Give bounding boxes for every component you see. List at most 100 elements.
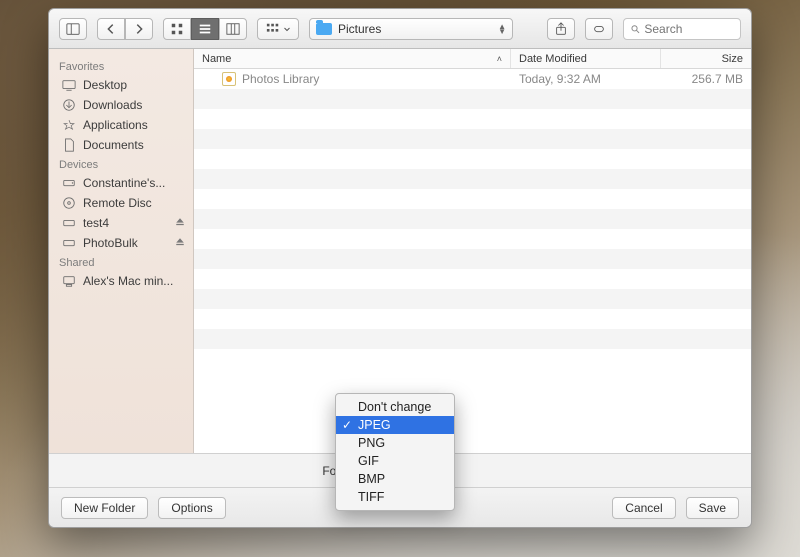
sidebar-heading-shared: Shared xyxy=(49,253,193,271)
search-field[interactable] xyxy=(623,18,741,40)
disc-icon xyxy=(61,196,77,210)
button-label: New Folder xyxy=(74,501,135,515)
menu-item-label: Don't change xyxy=(358,400,431,414)
column-header-date[interactable]: Date Modified xyxy=(511,49,661,68)
arrange-button[interactable] xyxy=(257,18,299,40)
file-rows[interactable]: Photos Library Today, 9:32 AM 256.7 MB xyxy=(194,69,751,453)
tags-group xyxy=(585,18,613,40)
sidebar-item-test4[interactable]: test4 xyxy=(49,213,193,233)
desktop-icon xyxy=(61,78,77,92)
file-list: Name ˄ Date Modified Size Photos Library xyxy=(194,49,751,453)
button-label: Cancel xyxy=(625,501,662,515)
eject-button[interactable] xyxy=(175,236,185,250)
path-label: Pictures xyxy=(338,22,381,36)
sidebar-item-downloads[interactable]: Downloads xyxy=(49,95,193,115)
volume-icon xyxy=(61,216,77,230)
eject-button[interactable] xyxy=(175,216,185,230)
list-header: Name ˄ Date Modified Size xyxy=(194,49,751,69)
sidebar-icon xyxy=(66,22,80,36)
tags-button[interactable] xyxy=(585,18,613,40)
downloads-icon xyxy=(61,98,77,112)
nav-group xyxy=(97,18,153,40)
share-group xyxy=(547,18,575,40)
sidebar-heading-favorites: Favorites xyxy=(49,57,193,75)
sidebar-item-label: PhotoBulk xyxy=(83,236,138,250)
cancel-button[interactable]: Cancel xyxy=(612,497,675,519)
sidebar-item-desktop[interactable]: Desktop xyxy=(49,75,193,95)
sidebar-item-label: Documents xyxy=(83,138,144,152)
sidebar-item-remote-disc[interactable]: Remote Disc xyxy=(49,193,193,213)
volume-icon xyxy=(61,236,77,250)
apps-icon xyxy=(61,118,77,132)
list-view-icon xyxy=(198,22,212,36)
search-icon xyxy=(630,23,640,35)
sidebar-toggle-button[interactable] xyxy=(59,18,87,40)
stepper-icon: ▲▼ xyxy=(498,24,506,34)
sidebar-item-label: Constantine's... xyxy=(83,176,165,190)
list-view-button[interactable] xyxy=(191,18,219,40)
path-popup-button[interactable]: Pictures ▲▼ xyxy=(309,18,513,40)
sidebar-item-photobulk[interactable]: PhotoBulk xyxy=(49,233,193,253)
sidebar-item-label: Remote Disc xyxy=(83,196,152,210)
format-menu[interactable]: Don't change JPEG PNG GIF BMP TIFF xyxy=(335,393,455,511)
tag-icon xyxy=(592,22,606,36)
arrange-group xyxy=(257,18,299,40)
arrange-icon xyxy=(266,22,280,36)
column-header-size[interactable]: Size xyxy=(661,49,751,68)
back-button[interactable] xyxy=(97,18,125,40)
column-view-icon xyxy=(226,22,240,36)
format-option-png[interactable]: PNG xyxy=(336,434,454,452)
menu-item-label: JPEG xyxy=(358,418,391,432)
sidebar-item-label: Applications xyxy=(83,118,148,132)
column-view-button[interactable] xyxy=(219,18,247,40)
forward-button[interactable] xyxy=(125,18,153,40)
view-mode-group xyxy=(163,18,247,40)
menu-item-label: TIFF xyxy=(358,490,384,504)
menu-item-label: BMP xyxy=(358,472,385,486)
column-label: Date Modified xyxy=(519,53,587,65)
format-option-dont-change[interactable]: Don't change xyxy=(336,398,454,416)
file-date: Today, 9:32 AM xyxy=(519,72,601,86)
sidebar-toggle-group xyxy=(59,18,87,40)
save-button[interactable]: Save xyxy=(686,497,739,519)
share-icon xyxy=(554,22,568,36)
computer-icon xyxy=(61,274,77,288)
chevron-down-icon xyxy=(283,22,291,36)
column-label: Name xyxy=(202,53,231,65)
column-header-name[interactable]: Name ˄ xyxy=(194,49,511,68)
sort-ascending-icon: ˄ xyxy=(497,54,502,64)
toolbar: Pictures ▲▼ xyxy=(49,9,751,49)
menu-item-label: PNG xyxy=(358,436,385,450)
button-label: Options xyxy=(171,501,212,515)
sidebar: Favorites Desktop Downloads Applications… xyxy=(49,49,194,453)
share-button[interactable] xyxy=(547,18,575,40)
button-label: Save xyxy=(699,501,726,515)
format-option-gif[interactable]: GIF xyxy=(336,452,454,470)
sidebar-item-alex-mac[interactable]: Alex's Mac min... xyxy=(49,271,193,291)
file-row[interactable]: Photos Library Today, 9:32 AM 256.7 MB xyxy=(194,69,751,89)
chevron-left-icon xyxy=(104,22,118,36)
sidebar-item-label: Desktop xyxy=(83,78,127,92)
icon-view-button[interactable] xyxy=(163,18,191,40)
documents-icon xyxy=(61,138,77,152)
column-label: Size xyxy=(722,53,743,65)
sidebar-item-documents[interactable]: Documents xyxy=(49,135,193,155)
folder-icon xyxy=(316,23,332,35)
sidebar-heading-devices: Devices xyxy=(49,155,193,173)
sidebar-item-applications[interactable]: Applications xyxy=(49,115,193,135)
format-option-jpeg[interactable]: JPEG xyxy=(336,416,454,434)
file-name: Photos Library xyxy=(242,72,319,86)
sidebar-item-label: Alex's Mac min... xyxy=(83,274,173,288)
file-size: 256.7 MB xyxy=(692,72,743,86)
search-input[interactable] xyxy=(644,22,734,36)
sidebar-item-label: test4 xyxy=(83,216,109,230)
format-option-bmp[interactable]: BMP xyxy=(336,470,454,488)
chevron-right-icon xyxy=(132,22,146,36)
new-folder-button[interactable]: New Folder xyxy=(61,497,148,519)
photos-library-icon xyxy=(222,72,236,86)
options-button[interactable]: Options xyxy=(158,497,225,519)
hdd-icon xyxy=(61,176,77,190)
format-option-tiff[interactable]: TIFF xyxy=(336,488,454,506)
sidebar-item-constantines[interactable]: Constantine's... xyxy=(49,173,193,193)
sidebar-item-label: Downloads xyxy=(83,98,142,112)
